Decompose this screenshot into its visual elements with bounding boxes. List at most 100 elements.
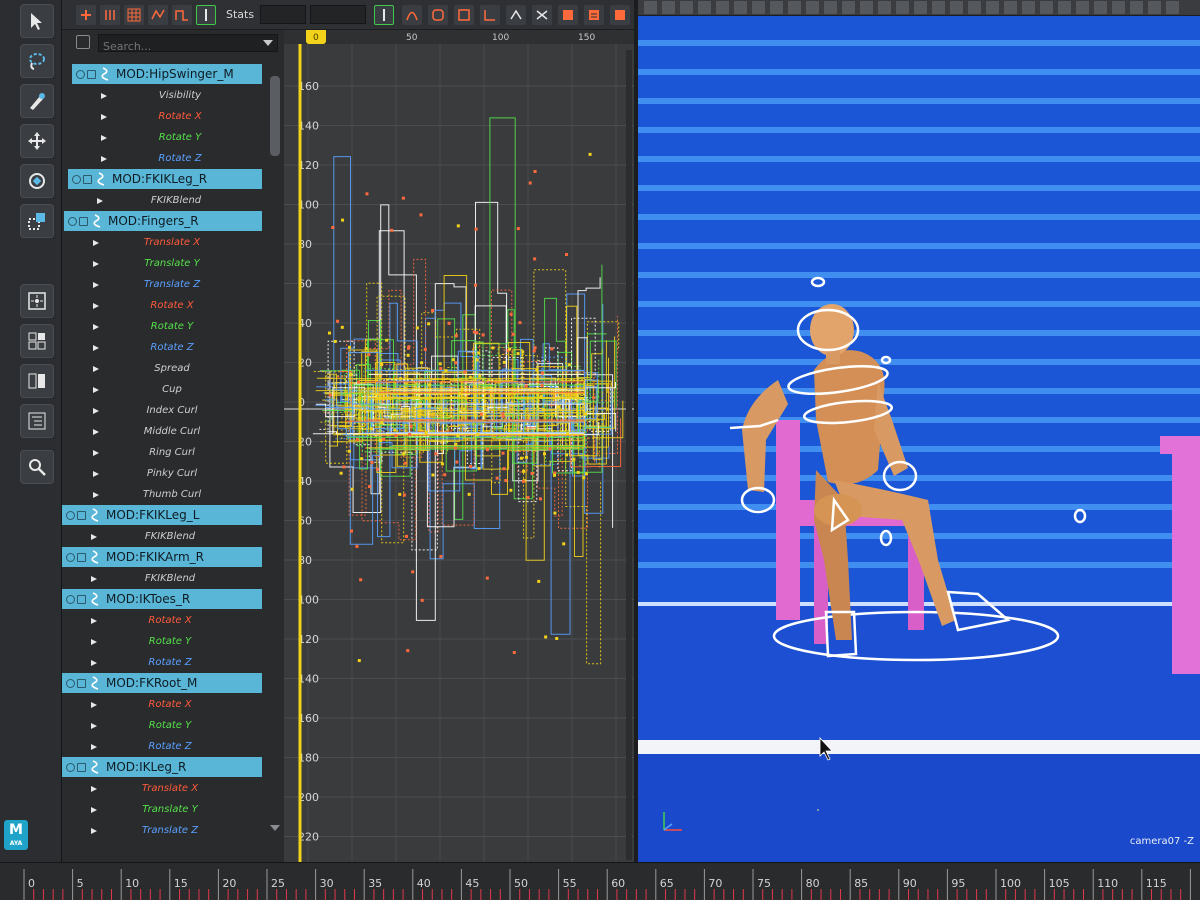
outliner-node-row[interactable]: MOD:IKLeg_R (62, 757, 262, 777)
key-point[interactable] (528, 181, 532, 185)
four-pane-layout-icon[interactable] (20, 284, 54, 318)
key-point[interactable] (454, 442, 458, 446)
search-box[interactable] (98, 34, 278, 55)
key-point[interactable] (519, 456, 523, 460)
key-point[interactable] (434, 452, 438, 456)
key-point[interactable] (357, 659, 361, 663)
outliner-node-row[interactable]: MOD:IKToes_R (62, 589, 262, 609)
outliner-attribute-row[interactable]: Thumb Curl (86, 484, 212, 505)
key-point[interactable] (502, 360, 506, 364)
key-point[interactable] (485, 576, 489, 580)
key-point[interactable] (479, 412, 483, 416)
key-point[interactable] (398, 492, 402, 496)
key-point[interactable] (439, 367, 443, 371)
step-tangent-icon[interactable] (172, 5, 192, 25)
outliner-attribute-row[interactable]: Translate X (84, 778, 210, 799)
outliner-attribute-row[interactable]: Cup (86, 379, 212, 400)
key-point[interactable] (584, 472, 588, 476)
graph-editor-canvas[interactable]: 5010015016014012010080604020020406080100… (284, 30, 634, 862)
filter-icon[interactable] (76, 35, 90, 49)
outliner-attribute-row[interactable]: Translate X (86, 232, 212, 253)
key-point[interactable] (472, 330, 476, 334)
key-point[interactable] (339, 471, 343, 475)
curve-graph[interactable]: 5010015016014012010080604020020406080100… (284, 30, 634, 862)
key-point[interactable] (385, 338, 389, 342)
key-point[interactable] (402, 493, 406, 497)
outliner-attribute-row[interactable]: Rotate Y (94, 127, 220, 148)
key-point[interactable] (453, 446, 457, 450)
key-point[interactable] (401, 196, 405, 200)
key-point[interactable] (516, 227, 520, 231)
key-point[interactable] (420, 361, 424, 365)
key-point[interactable] (327, 331, 331, 335)
key-point[interactable] (336, 319, 340, 323)
break-tangent-icon[interactable] (100, 5, 120, 25)
key-point[interactable] (425, 396, 429, 400)
curve-display-icon[interactable] (584, 5, 604, 25)
key-point[interactable] (477, 466, 481, 470)
move-icon[interactable] (20, 124, 54, 158)
options-icon[interactable] (610, 5, 630, 25)
key-point[interactable] (454, 361, 458, 365)
key-point[interactable] (533, 169, 537, 173)
key-point[interactable] (478, 374, 482, 378)
outliner-attribute-row[interactable]: Rotate X (86, 295, 212, 316)
select-arrow-icon[interactable] (20, 4, 54, 38)
key-point[interactable] (456, 224, 460, 228)
key-point[interactable] (456, 434, 460, 438)
key-point[interactable] (370, 427, 374, 431)
key-point[interactable] (390, 228, 394, 232)
key-point[interactable] (460, 387, 464, 391)
outliner-node-row[interactable]: MOD:FKIKArm_R (62, 547, 262, 567)
outliner-node-row[interactable]: MOD:FKIKLeg_R (68, 169, 262, 189)
chevron-down-icon[interactable] (263, 40, 273, 46)
key-point[interactable] (501, 451, 505, 455)
expand-toggle-icon[interactable] (66, 762, 86, 772)
key-point[interactable] (518, 321, 522, 325)
key-point[interactable] (419, 213, 423, 217)
key-point[interactable] (367, 485, 371, 489)
outliner-attribute-row[interactable]: Rotate X (84, 694, 210, 715)
key-point[interactable] (408, 432, 412, 436)
key-point[interactable] (360, 457, 364, 461)
outliner-attribute-row[interactable]: FKIKBlend (90, 190, 216, 211)
key-point[interactable] (427, 322, 431, 326)
key-point[interactable] (548, 447, 552, 451)
key-point[interactable] (409, 424, 413, 428)
key-point[interactable] (501, 412, 505, 416)
outliner-attribute-row[interactable]: Index Curl (86, 400, 212, 421)
key-point[interactable] (491, 346, 495, 350)
key-point[interactable] (565, 453, 569, 457)
animation-curve[interactable] (316, 156, 604, 560)
lasso-icon[interactable] (20, 44, 54, 78)
key-point[interactable] (420, 598, 424, 602)
grid-layout-icon[interactable] (20, 324, 54, 358)
key-point[interactable] (350, 529, 354, 533)
graph-scrollbar[interactable] (626, 50, 632, 860)
key-point[interactable] (522, 469, 526, 473)
key-point[interactable] (540, 384, 544, 388)
tangent-clamped-icon[interactable] (454, 5, 474, 25)
outliner-attribute-row[interactable]: Spread (86, 358, 212, 379)
key-point[interactable] (355, 437, 359, 441)
animation-curve[interactable] (321, 117, 607, 520)
outliner-attribute-row[interactable]: Middle Curl (86, 421, 212, 442)
key-point[interactable] (439, 555, 443, 559)
key-point[interactable] (495, 476, 499, 480)
key-point[interactable] (504, 478, 508, 482)
key-point[interactable] (474, 414, 478, 418)
outliner-attribute-row[interactable]: Rotate Y (84, 631, 210, 652)
expand-toggle-icon[interactable] (66, 552, 86, 562)
key-point[interactable] (588, 152, 592, 156)
outliner-node-row[interactable]: MOD:HipSwinger_M (72, 64, 262, 84)
key-point[interactable] (524, 455, 528, 459)
expand-toggle-icon[interactable] (68, 216, 88, 226)
key-point[interactable] (476, 432, 480, 436)
search-icon[interactable] (20, 450, 54, 484)
time-ruler[interactable]: 0 5 10 15 20 25 30 35 40 45 50 55 60 65 70 75 80 85 90 95 10… (0, 863, 1200, 900)
lock-key-icon[interactable] (374, 5, 394, 25)
key-point[interactable] (516, 352, 520, 356)
key-point[interactable] (357, 380, 361, 384)
outliner-node-row[interactable]: MOD:FKRoot_M (62, 673, 262, 693)
key-point[interactable] (553, 473, 557, 477)
